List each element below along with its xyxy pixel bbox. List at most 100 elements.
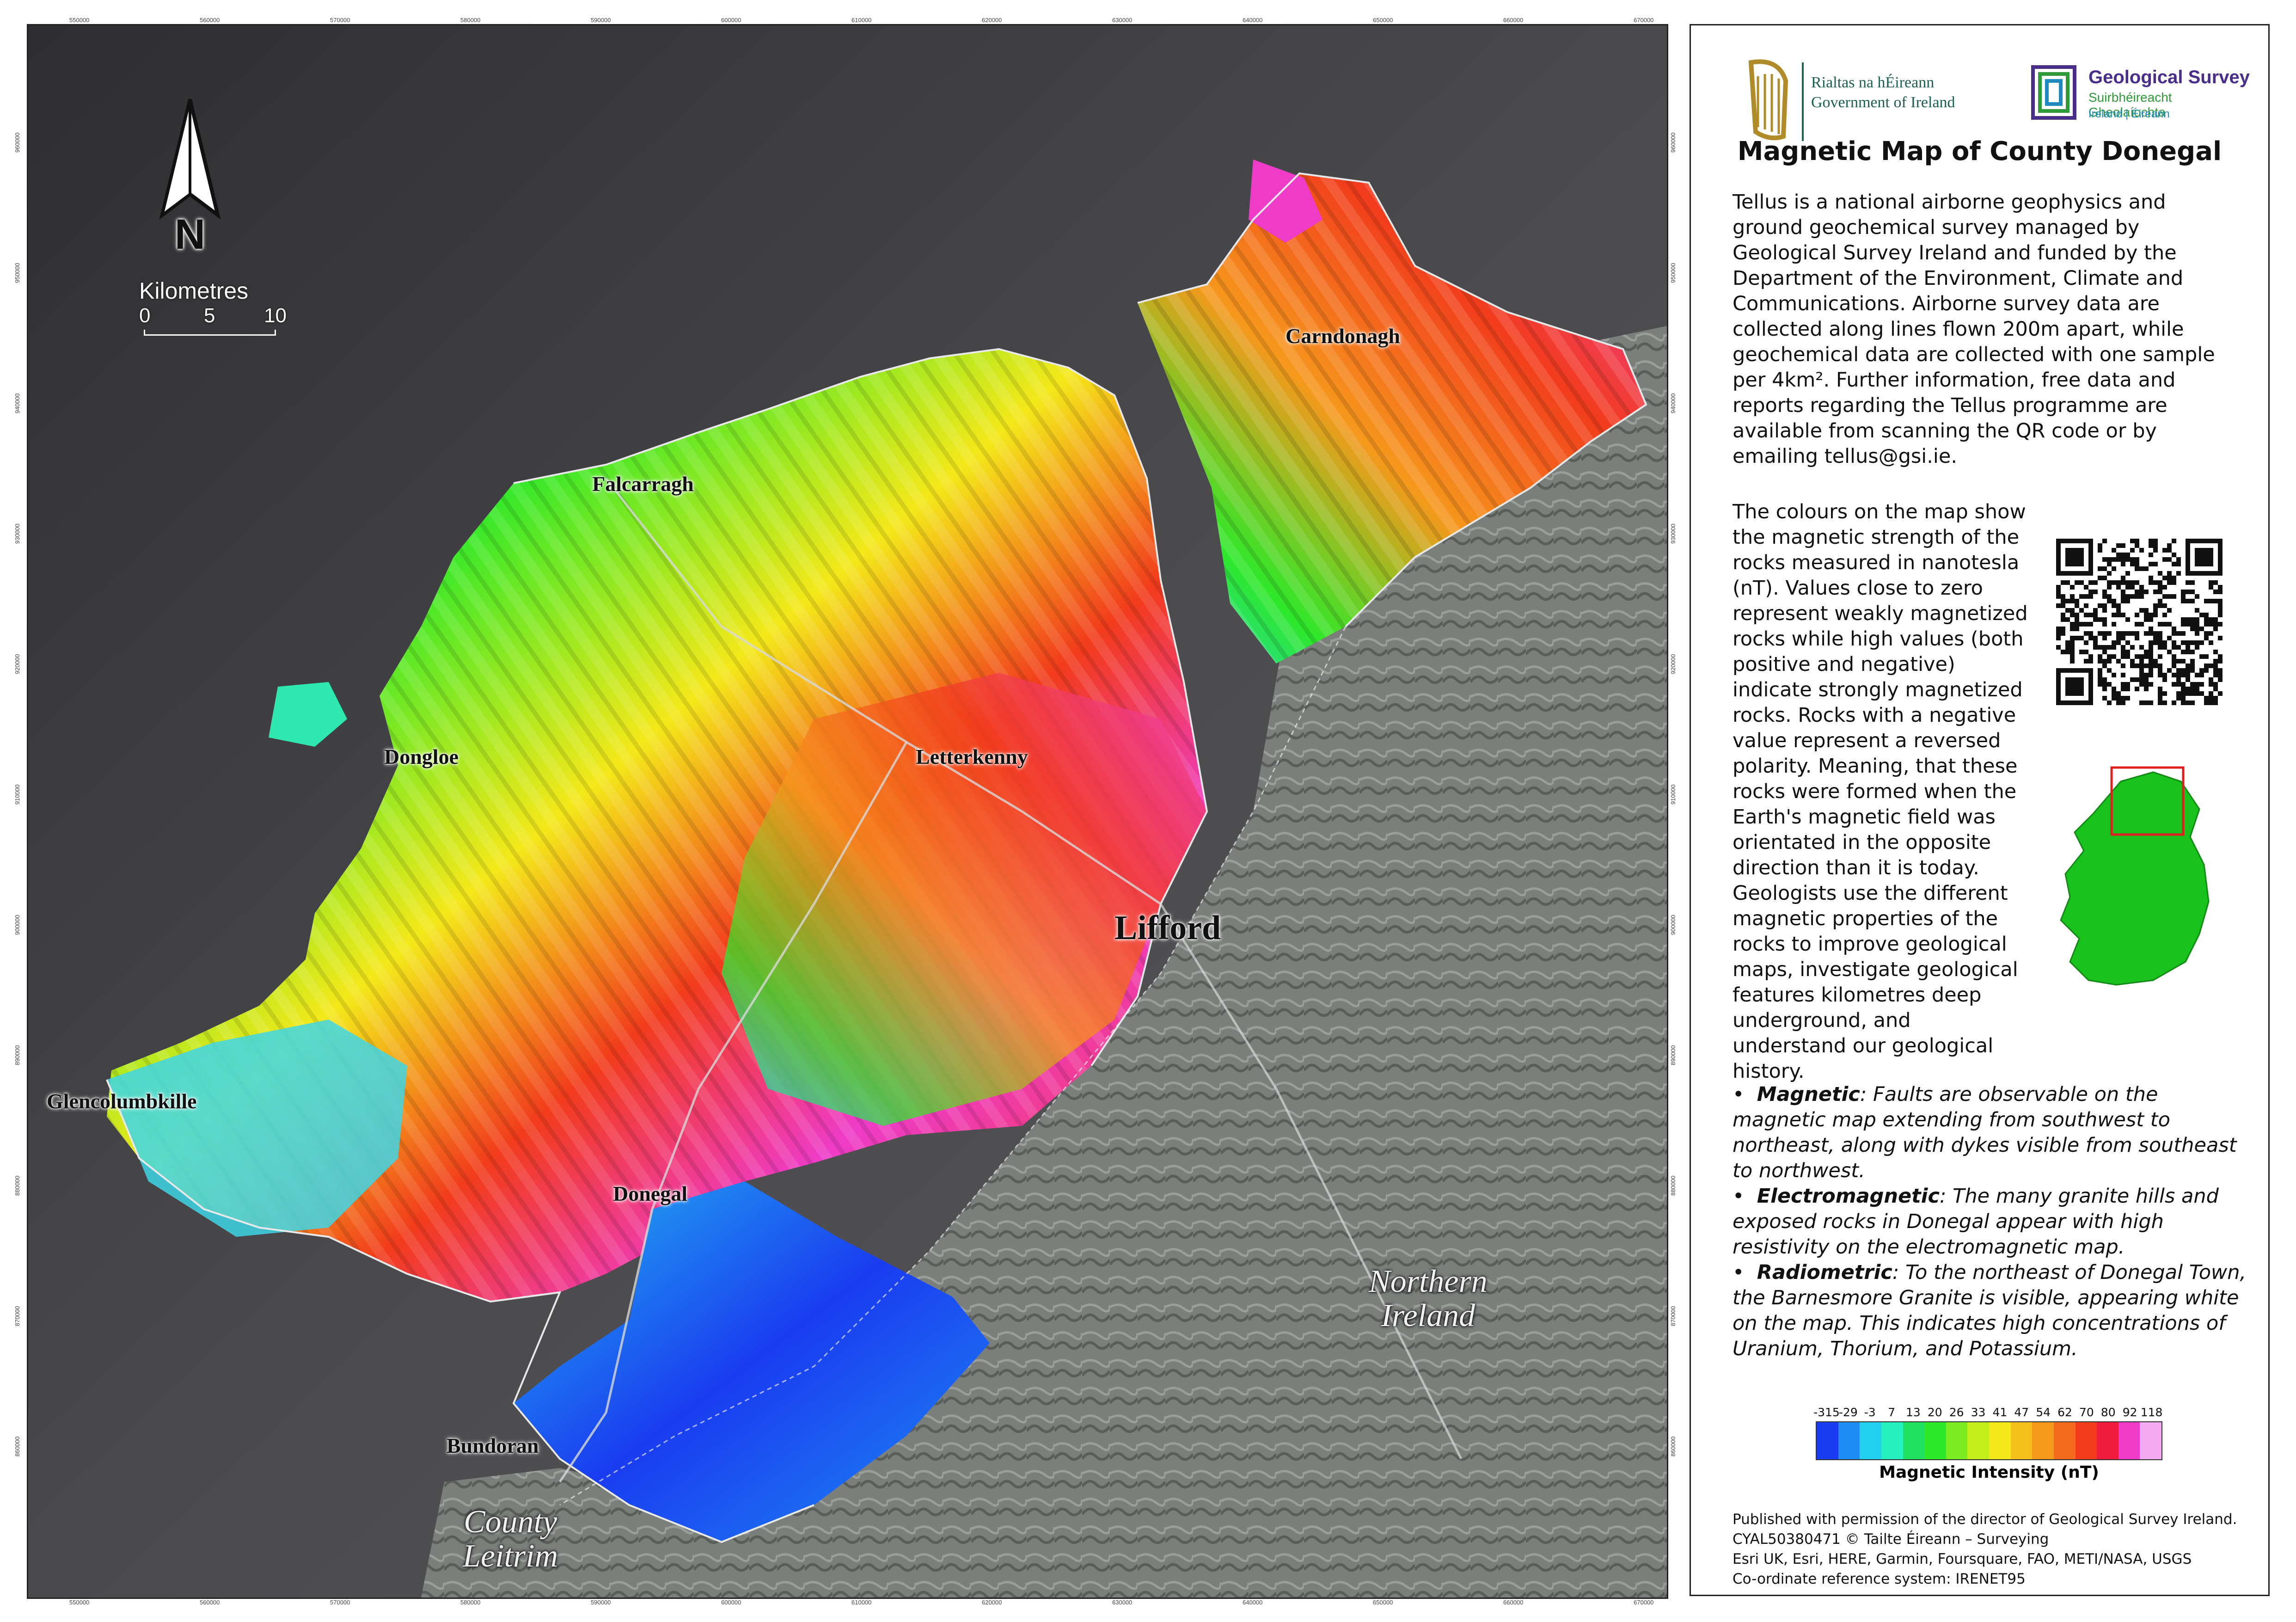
- credit-line-2: CYAL50380471 © Tailte Éireann – Surveyin…: [1733, 1531, 2049, 1548]
- legend-swatch: [2010, 1422, 2033, 1459]
- scale-label-0: 0: [139, 304, 151, 327]
- y-tick-left: 930000: [14, 523, 21, 544]
- label-letterkenny: Letterkenny: [916, 745, 1028, 768]
- qr-code[interactable]: [2056, 539, 2223, 705]
- north-label: N: [174, 211, 206, 258]
- gov-line-2: Government of Ireland: [1811, 94, 1955, 111]
- label-northern-ireland: Northern Ireland: [1369, 1264, 1488, 1333]
- legend-swatch: [2118, 1422, 2140, 1459]
- panel-title: Magnetic Map of County Donegal: [1737, 136, 2222, 166]
- legend-value: 33: [1971, 1406, 1986, 1419]
- x-tick-top: 670000: [1634, 17, 1654, 24]
- legend-swatch: [1838, 1422, 1860, 1459]
- gsi-line-1: Geological Survey: [2088, 67, 2250, 87]
- x-tick-bottom: 610000: [851, 1599, 872, 1606]
- label-glencolumbkille: Glencolumbkille: [47, 1089, 197, 1113]
- x-tick-bottom: 660000: [1503, 1599, 1524, 1606]
- intro-paragraph: Tellus is a national airborne geophysics…: [1733, 190, 2215, 468]
- legend-value: -315: [1813, 1406, 1840, 1419]
- y-tick-right: 910000: [1670, 784, 1677, 805]
- y-tick-right: 950000: [1670, 263, 1677, 283]
- y-tick-right: 940000: [1670, 393, 1677, 413]
- y-tick-left: 960000: [14, 132, 21, 153]
- y-tick-left: 860000: [14, 1436, 21, 1456]
- x-tick-top: 580000: [460, 17, 481, 24]
- x-tick-top: 660000: [1503, 17, 1524, 24]
- map-area[interactable]: N Kilometres 0 5 10 Carndonagh Falcarrag…: [27, 24, 1668, 1599]
- legend-swatch: [2140, 1422, 2161, 1459]
- x-tick-bottom: 640000: [1243, 1599, 1263, 1606]
- legend-value: 118: [2140, 1406, 2163, 1419]
- x-tick-bottom: 590000: [591, 1599, 611, 1606]
- scale-label-10: 10: [264, 304, 287, 327]
- y-tick-right: 890000: [1670, 1045, 1677, 1065]
- x-tick-top: 630000: [1112, 17, 1133, 24]
- label-county-leitrim: County Leitrim: [463, 1504, 558, 1574]
- y-tick-right: 960000: [1670, 132, 1677, 153]
- legend-value: 62: [2057, 1406, 2072, 1419]
- label-carndonagh: Carndonagh: [1286, 324, 1400, 348]
- y-tick-right: 930000: [1670, 523, 1677, 544]
- gsi-line-3: Ireland | Éireann: [2088, 108, 2170, 120]
- bullet-radiometric: • Radiometric: To the northeast of Doneg…: [1733, 1261, 2247, 1360]
- legend-value: 20: [1927, 1406, 1942, 1419]
- x-tick-top: 640000: [1243, 17, 1263, 24]
- x-tick-bottom: 600000: [721, 1599, 741, 1606]
- x-tick-bottom: 620000: [982, 1599, 1002, 1606]
- legend-swatch: [2097, 1422, 2118, 1459]
- y-tick-right: 900000: [1670, 915, 1677, 935]
- x-tick-bottom: 580000: [460, 1599, 481, 1606]
- legend-value: 70: [2079, 1406, 2094, 1419]
- legend-swatch: [2032, 1422, 2054, 1459]
- bullet-electromagnetic-label: Electromagnetic: [1757, 1185, 1940, 1208]
- scale-title: Kilometres: [139, 278, 249, 304]
- y-tick-left: 940000: [14, 393, 21, 413]
- x-tick-top: 600000: [721, 17, 741, 24]
- bullet-radiometric-label: Radiometric: [1757, 1261, 1892, 1284]
- y-tick-right: 880000: [1670, 1175, 1677, 1196]
- legend-swatch: [1903, 1422, 1925, 1459]
- label-donegal: Donegal: [613, 1182, 687, 1205]
- bullet-electromagnetic: • Electromagnetic: The many granite hill…: [1733, 1185, 2219, 1259]
- legend-swatch: [2053, 1422, 2076, 1459]
- y-tick-right: 920000: [1670, 654, 1677, 674]
- legend-title: Magnetic Intensity (nT): [1879, 1463, 2099, 1482]
- legend-swatch: [1881, 1422, 1903, 1459]
- y-tick-left: 910000: [14, 784, 21, 805]
- legend-values: -315 -29 -3 7 13 20 26 33 41 47 54 62 70 80 92 118: [1813, 1406, 2163, 1421]
- colours-paragraph: The colours on the map show the magnetic…: [1733, 500, 2028, 1083]
- x-tick-bottom: 650000: [1373, 1599, 1393, 1606]
- scale-label-5: 5: [204, 304, 215, 327]
- legend-swatch: [1989, 1422, 2011, 1459]
- bullet-magnetic-label: Magnetic: [1757, 1083, 1860, 1106]
- x-tick-top: 650000: [1373, 17, 1393, 24]
- credits: Published with permission of the directo…: [1733, 1510, 2237, 1589]
- x-tick-bottom: 550000: [69, 1599, 90, 1606]
- legend-colour-bar: [1816, 1421, 2162, 1460]
- legend-swatch: [1924, 1422, 1946, 1459]
- legend-value: 26: [1949, 1406, 1964, 1419]
- gov-line-1: Rialtas na hÉireann: [1811, 74, 1935, 91]
- bullet-magnetic: • Magnetic: Faults are observable on the…: [1733, 1083, 2237, 1182]
- government-logo: Rialtas na hÉireann Government of Irelan…: [1742, 53, 1982, 150]
- label-falcarragh: Falcarragh: [592, 472, 694, 496]
- legend-value: 13: [1906, 1406, 1921, 1419]
- y-tick-right: 870000: [1670, 1306, 1677, 1326]
- y-tick-left: 920000: [14, 654, 21, 674]
- legend-value: 47: [2014, 1406, 2029, 1419]
- legend-swatch: [1946, 1422, 1968, 1459]
- label-dongloe: Dongloe: [384, 745, 459, 768]
- x-tick-top: 620000: [982, 17, 1002, 24]
- x-tick-top: 550000: [69, 17, 90, 24]
- legend-swatch: [1860, 1422, 1881, 1459]
- gsi-logo: Geological Survey Suirbhéireacht Gheolaí…: [2028, 53, 2250, 150]
- legend-swatch: [1817, 1422, 1838, 1459]
- x-tick-bottom: 560000: [200, 1599, 220, 1606]
- x-tick-top: 610000: [851, 17, 872, 24]
- label-bundoran: Bundoran: [447, 1434, 539, 1457]
- legend-value: 54: [2036, 1406, 2051, 1419]
- legend-value: 7: [1888, 1406, 1896, 1419]
- y-tick-left: 900000: [14, 915, 21, 935]
- y-tick-left: 890000: [14, 1045, 21, 1065]
- map-graphic: [28, 25, 1667, 1597]
